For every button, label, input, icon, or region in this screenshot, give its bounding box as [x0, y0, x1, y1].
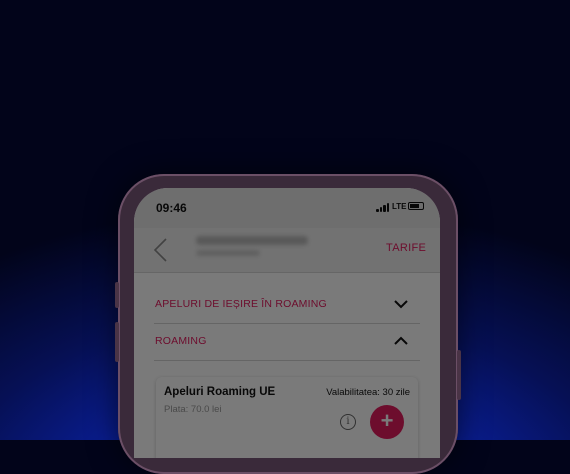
chevron-up-icon[interactable]	[394, 336, 408, 346]
phone-side-button	[115, 322, 119, 362]
content-area: APELURI DE IEȘIRE ÎN ROAMING ROAMING Ape…	[134, 273, 440, 458]
offer-validity: Valabilitatea: 30 zile	[326, 387, 410, 398]
section-outgoing-roaming-calls[interactable]: APELURI DE IEȘIRE ÎN ROAMING	[154, 287, 420, 324]
blurred-subtitle	[196, 250, 260, 256]
offer-card: Apeluri Roaming UE Plata: 70.0 lei Valab…	[156, 377, 418, 458]
tarife-link[interactable]: TARIFE	[386, 242, 426, 254]
offer-title: Apeluri Roaming UE	[164, 386, 276, 398]
phone-screen: 09:46 LTE TARIFE APELURI DE IEȘIRE ÎN RO…	[134, 188, 440, 458]
info-icon[interactable]: i	[340, 414, 356, 430]
offer-price: Plata: 70.0 lei	[164, 404, 222, 415]
section-label: ROAMING	[155, 335, 207, 347]
section-roaming[interactable]: ROAMING	[154, 324, 420, 361]
add-offer-button[interactable]: +	[370, 405, 404, 439]
back-arrow-icon[interactable]	[150, 236, 174, 264]
blurred-title	[196, 236, 308, 245]
phone-side-button	[115, 282, 119, 308]
status-bar: 09:46 LTE	[134, 188, 440, 228]
app-header: TARIFE	[134, 228, 440, 273]
signal-icon	[376, 203, 390, 212]
battery-icon	[408, 202, 424, 210]
section-label: APELURI DE IEȘIRE ÎN ROAMING	[155, 298, 327, 310]
chevron-down-icon[interactable]	[394, 299, 408, 309]
status-time: 09:46	[156, 201, 187, 215]
phone-side-button	[457, 350, 461, 400]
network-type: LTE	[392, 202, 407, 211]
